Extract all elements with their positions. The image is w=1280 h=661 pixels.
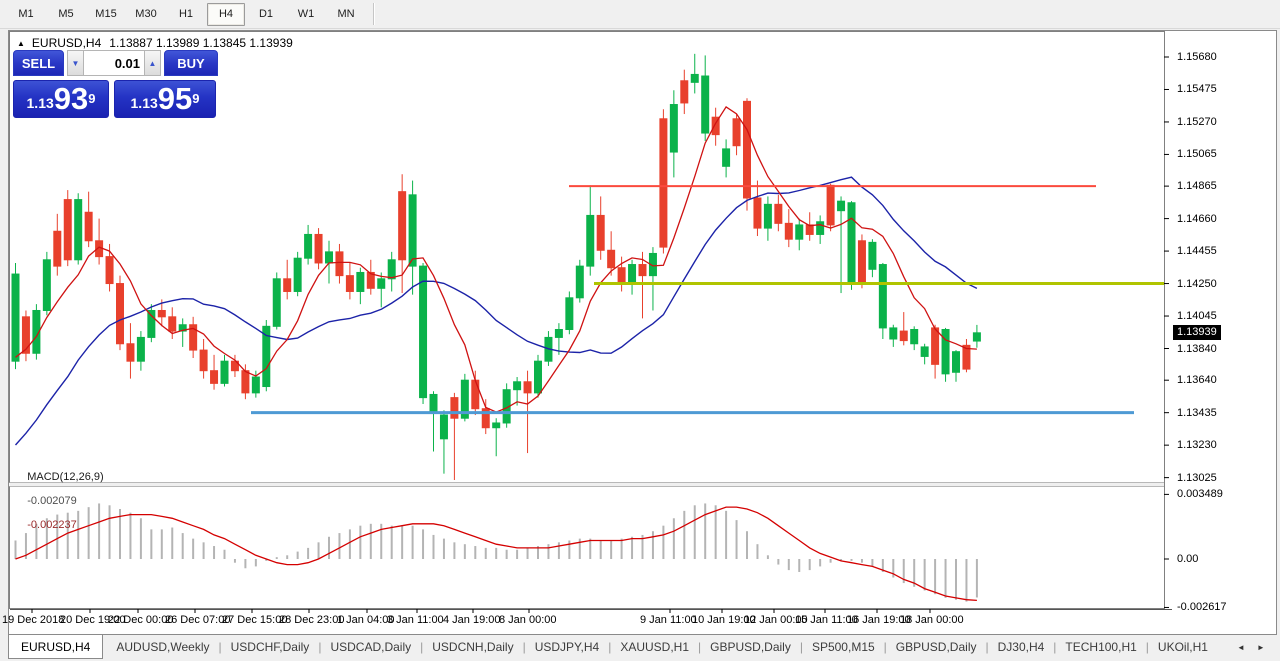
chart-window: ▲ EURUSD,H4 1.13887 1.13989 1.13845 1.13… bbox=[8, 30, 1277, 635]
tab-tech100-h1-11[interactable]: TECH100,H1 bbox=[1056, 635, 1145, 659]
buy-button[interactable]: BUY bbox=[164, 50, 218, 76]
price-tick-label: 1.13025 bbox=[1177, 472, 1217, 484]
timeframe-button-m5[interactable]: M5 bbox=[47, 3, 85, 26]
tab-usdcad-daily-3[interactable]: USDCAD,Daily bbox=[321, 635, 420, 659]
price-tick-label: 1.14660 bbox=[1177, 213, 1217, 225]
timeframe-button-mn[interactable]: MN bbox=[327, 3, 365, 26]
sell-button[interactable]: SELL bbox=[13, 50, 64, 76]
buy-price-panel[interactable]: 1.13959 bbox=[114, 80, 216, 118]
macd-axis-label: 0.003489 bbox=[1177, 488, 1223, 500]
tab-scroll-right-button[interactable]: ► bbox=[1251, 643, 1271, 652]
price-axis[interactable]: 1.15680 1.15475 1.15270 1.15065 1.14865 1.146… bbox=[1169, 31, 1275, 632]
volume-down-button[interactable]: ▼ bbox=[67, 50, 84, 76]
sell-price-big: 93 bbox=[54, 84, 88, 114]
toolbar-separator bbox=[373, 3, 375, 25]
chart-canvas[interactable] bbox=[9, 31, 1276, 634]
time-axis-label: 27 Dec 15:00 bbox=[222, 614, 287, 626]
tab-usdchf-daily-2[interactable]: USDCHF,Daily bbox=[222, 635, 319, 659]
tab-gbpusd-daily-9[interactable]: GBPUSD,Daily bbox=[887, 635, 986, 659]
macd-axis-label: -0.002617 bbox=[1177, 601, 1227, 613]
tab-gbpusd-daily-7[interactable]: GBPUSD,Daily bbox=[701, 635, 800, 659]
tab-dj30-h4-10[interactable]: DJ30,H4 bbox=[989, 635, 1054, 659]
time-axis-label: 9 Jan 11:00 bbox=[640, 614, 697, 626]
buy-price-sup: 9 bbox=[192, 81, 199, 117]
timeframe-button-m15[interactable]: M15 bbox=[87, 3, 125, 26]
tab-audusd-weekly-1[interactable]: AUDUSD,Weekly bbox=[107, 635, 218, 659]
chart-title: ▲ EURUSD,H4 1.13887 1.13989 1.13845 1.13… bbox=[17, 36, 293, 50]
buy-price-small: 1.13 bbox=[131, 92, 158, 114]
one-click-collapse-icon[interactable]: ▲ bbox=[17, 39, 25, 48]
macd-value-signal: -0.002237 bbox=[27, 519, 77, 531]
price-tick-label: 1.13230 bbox=[1177, 439, 1217, 451]
timeframe-toolbar: M1M5M15M30H1H4D1W1MN bbox=[0, 0, 1280, 29]
chart-symbol-period: EURUSD,H4 bbox=[32, 36, 101, 50]
tab-scroll-nav: ◄► bbox=[1231, 635, 1271, 659]
macd-axis-label: 0.00 bbox=[1177, 553, 1198, 565]
tab-ukoil-h1-12[interactable]: UKOil,H1 bbox=[1149, 635, 1217, 659]
time-axis-label: 1 Jan 04:00 bbox=[337, 614, 395, 626]
macd-value-main: -0.002079 bbox=[27, 495, 77, 507]
sell-price-sup: 9 bbox=[88, 81, 95, 117]
chart-ohlc-values: 1.13887 1.13989 1.13845 1.13939 bbox=[109, 36, 293, 50]
time-axis-label: 4 Jan 19:00 bbox=[443, 614, 501, 626]
volume-input[interactable]: 0.01 bbox=[84, 50, 144, 76]
timeframe-button-h4[interactable]: H4 bbox=[207, 3, 245, 26]
time-axis-label: 18 Jan 00:00 bbox=[900, 614, 964, 626]
timeframe-button-m30[interactable]: M30 bbox=[127, 3, 165, 26]
chart-tab-bar: EURUSD,H4AUDUSD,Weekly|USDCHF,Daily|USDC… bbox=[8, 635, 1280, 659]
tab-xauusd-h1-6[interactable]: XAUUSD,H1 bbox=[611, 635, 698, 659]
price-tick-label: 1.14045 bbox=[1177, 310, 1217, 322]
price-tick-label: 1.15475 bbox=[1177, 83, 1217, 95]
price-tick-label: 1.15270 bbox=[1177, 116, 1217, 128]
time-axis-label: 19 Dec 2018 bbox=[2, 614, 64, 626]
sell-price-small: 1.13 bbox=[27, 92, 54, 114]
price-tick-label: 1.15680 bbox=[1177, 51, 1217, 63]
time-axis-label: 26 Dec 07:00 bbox=[165, 614, 230, 626]
macd-name: MACD(12,26,9) bbox=[27, 471, 103, 483]
timeframe-button-h1[interactable]: H1 bbox=[167, 3, 205, 26]
price-tick-label: 1.14455 bbox=[1177, 245, 1217, 257]
current-price-badge: 1.13939 bbox=[1173, 325, 1221, 340]
price-tick-label: 1.13640 bbox=[1177, 374, 1217, 386]
tab-usdcnh-daily-4[interactable]: USDCNH,Daily bbox=[423, 635, 522, 659]
timeframe-button-m1[interactable]: M1 bbox=[7, 3, 45, 26]
price-tick-label: 1.14865 bbox=[1177, 180, 1217, 192]
time-axis-label: 28 Dec 23:00 bbox=[279, 614, 344, 626]
price-tick-label: 1.13840 bbox=[1177, 343, 1217, 355]
volume-up-button[interactable]: ▲ bbox=[144, 50, 161, 76]
macd-indicator-label: MACD(12,26,9) -0.002079 -0.002237 bbox=[15, 459, 104, 543]
price-tick-label: 1.14250 bbox=[1177, 278, 1217, 290]
time-axis-label: 22 Dec 00:00 bbox=[108, 614, 173, 626]
tab-eurusd-h4[interactable]: EURUSD,H4 bbox=[8, 635, 103, 659]
timeframe-button-d1[interactable]: D1 bbox=[247, 3, 285, 26]
price-tick-label: 1.13435 bbox=[1177, 407, 1217, 419]
tab-scroll-left-button[interactable]: ◄ bbox=[1231, 643, 1251, 652]
time-axis[interactable]: 19 Dec 201820 Dec 19:0022 Dec 00:0026 De… bbox=[9, 611, 1164, 632]
time-axis-label: 3 Jan 11:00 bbox=[387, 614, 444, 626]
tab-usdjpy-h4-5[interactable]: USDJPY,H4 bbox=[526, 635, 608, 659]
sell-price-panel[interactable]: 1.13939 bbox=[13, 80, 109, 118]
timeframe-button-w1[interactable]: W1 bbox=[287, 3, 325, 26]
one-click-trade-widget: SELL ▼ 0.01 ▲ BUY 1.13939 1.13959 bbox=[13, 50, 219, 118]
buy-price-big: 95 bbox=[158, 84, 192, 114]
time-axis-label: 8 Jan 00:00 bbox=[499, 614, 557, 626]
tab-sp500-m15-8[interactable]: SP500,M15 bbox=[803, 635, 884, 659]
price-tick-label: 1.15065 bbox=[1177, 148, 1217, 160]
